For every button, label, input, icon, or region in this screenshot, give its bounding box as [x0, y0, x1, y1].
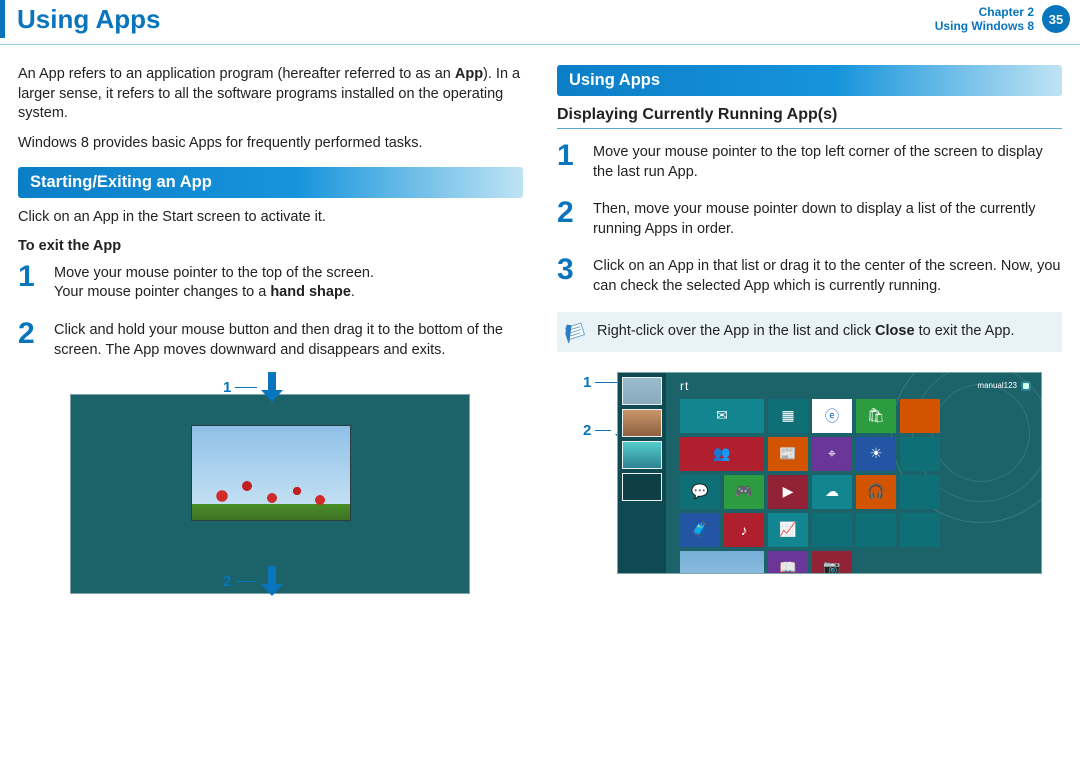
- exit-step-2: 2 Click and hold your mouse button and t…: [18, 319, 523, 360]
- tile-store: 🛍: [856, 399, 896, 433]
- tile-spacer: [900, 475, 940, 509]
- step-text: Click on an App in that list or drag it …: [593, 255, 1062, 296]
- text: .: [351, 284, 355, 300]
- page-number-badge: 35: [1042, 5, 1070, 33]
- callout-1: 1: [223, 372, 283, 402]
- callout-line: [235, 581, 257, 582]
- recent-app-thumb: [622, 473, 662, 501]
- exit-heading: To exit the App: [18, 238, 523, 254]
- recent-app-thumb: [622, 409, 662, 437]
- step-number: 2: [18, 319, 42, 360]
- callout-number: 1: [223, 379, 231, 396]
- chapter-info: Chapter 2 Using Windows 8: [935, 5, 1034, 34]
- text: An App refers to an application program …: [18, 66, 455, 82]
- avatar-icon: [1021, 381, 1031, 391]
- step-text: Move your mouse pointer to the top left …: [593, 141, 1062, 182]
- app-window-mock: [191, 425, 351, 521]
- running-step-2: 2 Then, move your mouse pointer down to …: [557, 198, 1062, 239]
- page-title: Using Apps: [5, 4, 160, 35]
- chapter-line2: Using Windows 8: [935, 19, 1034, 33]
- bold-hand-shape: hand shape: [270, 284, 351, 300]
- user-name: manual123: [977, 381, 1017, 390]
- right-column: Using Apps Displaying Currently Running …: [557, 65, 1062, 591]
- recent-app-thumb: [622, 377, 662, 405]
- tile-games: 🎮: [724, 475, 764, 509]
- tile-spacer: [812, 513, 852, 547]
- running-step-3: 3 Click on an App in that list or drag i…: [557, 255, 1062, 296]
- step-text: Move your mouse pointer to the top of th…: [54, 262, 374, 303]
- callout-2: 2: [223, 566, 283, 596]
- subsection-heading-running-apps: Displaying Currently Running App(s): [557, 106, 1062, 129]
- tile-music2: ♪: [724, 513, 764, 547]
- step-number: 1: [557, 141, 581, 182]
- bold-app-word: App: [455, 66, 483, 82]
- exit-illustration: 1 2: [58, 376, 488, 591]
- tile-photos: [680, 551, 764, 574]
- tile-finance: 📈: [768, 513, 808, 547]
- text: Your mouse pointer changes to a: [54, 284, 270, 300]
- tile-messaging: 💬: [680, 475, 720, 509]
- tile-mail: ✉: [680, 399, 764, 433]
- callout-line: [595, 382, 619, 383]
- running-apps-illustration: 1 2 rt manual123: [557, 364, 1057, 579]
- step-text: Then, move your mouse pointer down to di…: [593, 198, 1062, 239]
- step-number: 2: [557, 198, 581, 239]
- tile-reader: 📖: [768, 551, 808, 574]
- exit-step-1: 1 Move your mouse pointer to the top of …: [18, 262, 523, 303]
- bold-close-word: Close: [875, 323, 915, 339]
- step-number: 1: [18, 262, 42, 303]
- start-label: rt: [680, 379, 689, 393]
- callout-number: 1: [583, 374, 591, 391]
- tile-weather: ☀: [856, 437, 896, 471]
- tile-calendar: ▦: [768, 399, 808, 433]
- recent-apps-strip: [618, 373, 666, 573]
- running-step-1: 1 Move your mouse pointer to the top lef…: [557, 141, 1062, 182]
- arrow-down-icon: [261, 372, 283, 402]
- chapter-line1: Chapter 2: [935, 5, 1034, 19]
- left-column: An App refers to an application program …: [18, 65, 523, 591]
- note-text: Right-click over the App in the list and…: [597, 323, 875, 339]
- header-right: Chapter 2 Using Windows 8 35: [935, 5, 1070, 34]
- tile-spacer: [900, 399, 940, 433]
- recent-app-thumb: [622, 441, 662, 469]
- callout-number: 2: [583, 422, 591, 439]
- tile-maps: ⌖: [812, 437, 852, 471]
- tile-ie: ⓔ: [812, 399, 852, 433]
- tile-camera: 📷: [812, 551, 852, 574]
- section-ribbon-start-exit: Starting/Exiting an App: [18, 167, 523, 198]
- text: Move your mouse pointer to the top of th…: [54, 265, 374, 281]
- tile-news: 📰: [768, 437, 808, 471]
- tile-video: ▶: [768, 475, 808, 509]
- callout-line: [595, 430, 611, 431]
- callout-1: 1: [583, 374, 619, 391]
- intro-paragraph-2: Windows 8 provides basic Apps for freque…: [18, 134, 523, 154]
- callout-number: 2: [223, 573, 231, 590]
- tile-skydrive: ☁: [812, 475, 852, 509]
- note-text: to exit the App.: [915, 323, 1015, 339]
- start-tiles: ✉ ▦ ⓔ 🛍 👥 📰 ⌖ ☀ 💬 🎮 ▶ ☁ 🎧 🧳: [680, 399, 940, 574]
- start-click-text: Click on an App in the Start screen to a…: [18, 208, 523, 228]
- tile-spacer: [900, 437, 940, 471]
- step-text: Click and hold your mouse button and the…: [54, 319, 523, 360]
- intro-paragraph-1: An App refers to an application program …: [18, 65, 523, 124]
- tile-travel: 🧳: [680, 513, 720, 547]
- page-header: Using Apps Chapter 2 Using Windows 8 35: [0, 0, 1080, 38]
- desktop-mock: [70, 394, 470, 594]
- tile-spacer: [856, 513, 896, 547]
- callout-line: [235, 387, 257, 388]
- start-screen-mock: rt manual123 ✉ ▦ ⓔ 🛍 👥: [617, 372, 1042, 574]
- user-label: manual123: [977, 381, 1031, 391]
- tile-people: 👥: [680, 437, 764, 471]
- tile-spacer: [900, 513, 940, 547]
- note-box: Right-click over the App in the list and…: [557, 312, 1062, 352]
- note-icon: [563, 319, 589, 343]
- section-ribbon-using-apps: Using Apps: [557, 65, 1062, 96]
- arrow-down-icon: [261, 566, 283, 596]
- tile-music: 🎧: [856, 475, 896, 509]
- step-number: 3: [557, 255, 581, 296]
